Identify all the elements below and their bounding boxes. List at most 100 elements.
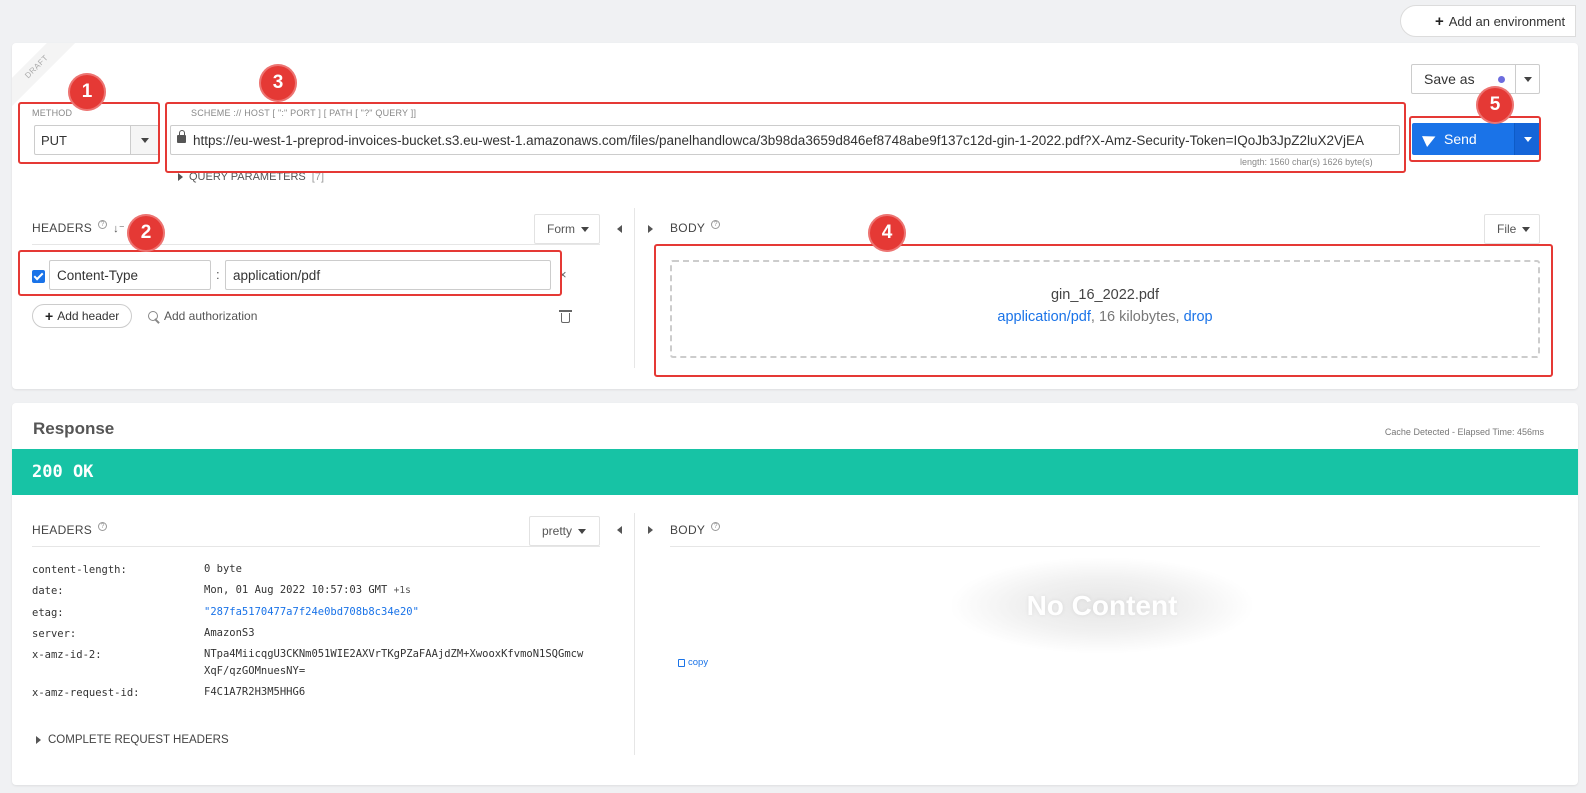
header-separator: : [216, 267, 220, 282]
chevron-right-icon [178, 173, 183, 181]
send-button[interactable]: Send [1412, 123, 1540, 155]
annotation-badge-5: 5 [1476, 86, 1514, 124]
add-environment-label: Add an environment [1448, 13, 1566, 29]
chevron-down-icon [1523, 76, 1532, 82]
help-icon[interactable]: ? [711, 219, 721, 229]
collapse-right-icon[interactable] [648, 225, 653, 233]
response-body-title: BODY ? [670, 521, 721, 537]
response-header-key: x-amz-request-id: [32, 687, 140, 699]
save-as-dropdown-toggle[interactable] [1515, 65, 1539, 93]
add-authorization-link[interactable]: Add authorization [148, 309, 257, 323]
header-value-value: application/pdf [233, 267, 321, 283]
copy-label: copy [688, 657, 709, 668]
copy-button[interactable]: copy [678, 656, 709, 668]
response-header-value: NTpa4MiicqgU3CKNm051WIE2AXVrTKgPZaFAAjdZ… [204, 648, 584, 660]
header-enabled-checkbox[interactable] [32, 270, 45, 283]
response-headers-mode-value: pretty [542, 524, 573, 538]
lock-icon [177, 130, 186, 143]
key-icon [148, 311, 158, 321]
header-name-input[interactable]: Content-Type [49, 260, 211, 290]
send-dropdown-toggle[interactable] [1514, 123, 1540, 155]
response-header-key: server: [32, 628, 77, 640]
no-content-placeholder: No Content [952, 558, 1252, 653]
help-icon[interactable]: ? [98, 521, 108, 531]
response-header-value: AmazonS3 [204, 627, 255, 639]
response-headers-title: HEADERS ? [32, 521, 108, 537]
query-parameters-label: QUERY PARAMETERS [189, 171, 306, 183]
unsaved-dot-icon [1498, 75, 1505, 83]
date-offset: +1s [393, 585, 411, 596]
chevron-down-icon [578, 528, 587, 534]
response-headers-mode-dropdown[interactable]: pretty [529, 516, 600, 546]
annotation-badge-4: 4 [868, 214, 906, 252]
body-mode-value: File [1497, 222, 1517, 236]
sort-icon[interactable]: ↓⁻ [113, 222, 125, 235]
header-name-value: Content-Type [57, 267, 139, 283]
file-type-link[interactable]: application/pdf [997, 309, 1091, 325]
body-mode-dropdown[interactable]: File [1484, 214, 1540, 244]
status-text: 200 OK [32, 462, 94, 482]
collapse-left-icon[interactable] [617, 225, 622, 233]
drop-file-link[interactable]: drop [1184, 309, 1213, 325]
annotation-badge-3: 3 [259, 64, 297, 102]
method-select[interactable]: PUT [34, 125, 159, 155]
complete-request-headers-label: COMPLETE REQUEST HEADERS [48, 734, 229, 746]
chevron-down-icon [140, 137, 149, 143]
request-body-title: BODY ? [670, 219, 721, 235]
help-icon[interactable]: ? [98, 219, 108, 229]
response-title: Response [33, 419, 115, 438]
chevron-down-icon [1522, 226, 1531, 232]
method-dropdown-toggle[interactable] [130, 126, 158, 154]
status-bar: 200 OK [12, 449, 1578, 495]
request-panel: DRAFT METHOD PUT SCHEME :// HOST [ ":" P… [12, 43, 1578, 389]
url-format-label: SCHEME :// HOST [ ":" PORT ] [ PATH [ "?… [191, 108, 417, 118]
panel-divider [634, 513, 635, 755]
date-value: Mon, 01 Aug 2022 10:57:03 GMT [204, 584, 388, 596]
divider [32, 546, 600, 547]
response-header-value: 0 byte [204, 563, 242, 575]
response-panel: Response Cache Detected - Elapsed Time: … [12, 403, 1578, 785]
query-parameters-count: [7] [311, 171, 324, 183]
paper-plane-icon [1422, 131, 1438, 147]
url-input[interactable]: https://eu-west-1-preprod-invoices-bucke… [170, 125, 1400, 155]
annotation-badge-1: 1 [68, 73, 106, 111]
add-authorization-label: Add authorization [164, 309, 258, 323]
response-header-value: F4C1A7R2H3M5HHG6 [204, 686, 306, 698]
remove-header-icon[interactable]: × [559, 267, 567, 282]
url-length: length: 1560 char(s) 1626 byte(s) [1240, 157, 1373, 167]
collapse-right-icon[interactable] [648, 526, 653, 534]
help-icon[interactable]: ? [711, 521, 721, 531]
add-environment-button[interactable]: + Add an environment [1400, 5, 1576, 37]
response-header-key: x-amz-id-2: [32, 649, 102, 661]
request-headers-title: HEADERS ? ↓⁻ [32, 219, 125, 235]
response-header-key: date: [32, 585, 64, 597]
save-as-button[interactable]: Save as [1411, 64, 1540, 94]
panel-divider [634, 208, 635, 368]
plus-icon: + [45, 308, 54, 324]
chevron-right-icon [36, 736, 41, 744]
method-label: METHOD [32, 108, 73, 118]
collapse-left-icon[interactable] [617, 526, 622, 534]
response-header-key: etag: [32, 607, 64, 619]
add-header-label: Add header [57, 309, 120, 323]
response-header-value: Mon, 01 Aug 2022 10:57:03 GMT +1s [204, 582, 411, 599]
file-meta: application/pdf, 16 kilobytes, drop [997, 309, 1213, 325]
header-value-input[interactable]: application/pdf [225, 260, 551, 290]
complete-request-headers-toggle[interactable]: COMPLETE REQUEST HEADERS [36, 734, 229, 746]
trash-icon[interactable] [559, 310, 572, 323]
request-headers-label: HEADERS [32, 221, 93, 235]
plus-icon: + [1435, 12, 1444, 30]
send-label: Send [1444, 131, 1477, 147]
divider [670, 546, 1540, 547]
file-dropzone[interactable]: gin_16_2022.pdf application/pdf, 16 kilo… [670, 260, 1540, 358]
headers-mode-value: Form [547, 222, 575, 236]
file-name: gin_16_2022.pdf [1050, 287, 1160, 303]
annotation-badge-2: 2 [127, 214, 165, 252]
save-as-label: Save as [1424, 71, 1475, 87]
add-header-button[interactable]: + Add header [32, 304, 133, 328]
method-value: PUT [41, 132, 67, 148]
query-parameters-toggle[interactable]: QUERY PARAMETERS [7] [178, 171, 324, 183]
chevron-down-icon [581, 226, 589, 232]
file-size: 16 kilobytes [1098, 309, 1176, 325]
headers-mode-dropdown[interactable]: Form [534, 214, 600, 244]
